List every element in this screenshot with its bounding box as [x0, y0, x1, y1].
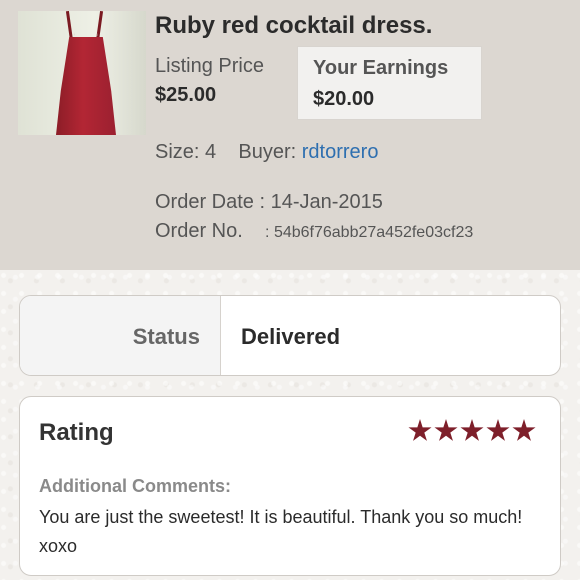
listing-price-label: Listing Price [155, 55, 264, 77]
comments-text: You are just the sweetest! It is beautif… [39, 507, 523, 556]
listing-price-value: $25.00 [155, 84, 217, 106]
rating-card: Rating Additional Comments: You are just… [19, 396, 561, 576]
star-icon [434, 419, 458, 441]
star-icon [460, 419, 484, 441]
order-header: Ruby red cocktail dress. Listing Price $… [0, 0, 580, 270]
size-text: Size: 4 [155, 141, 217, 163]
status-label: Status [132, 324, 200, 349]
buyer-label: Buyer: [238, 141, 297, 163]
star-rating [408, 419, 536, 443]
your-earnings-box: Your Earnings $20.00 [297, 46, 482, 120]
star-icon [486, 419, 510, 441]
earnings-value: $20.00 [313, 88, 375, 110]
order-number-line: Order No. : 54b6f76abb27a452fe03cf23 [155, 220, 473, 243]
comments-label: Additional Comments: [39, 476, 231, 496]
order-number-label: Order No. [155, 220, 243, 242]
status-value: Delivered [241, 324, 341, 349]
status-card: Status Delivered [19, 295, 561, 376]
status-label-cell: Status [20, 296, 221, 375]
product-thumbnail[interactable] [18, 11, 146, 135]
order-number-value: : 54b6f76abb27a452fe03cf23 [265, 224, 474, 241]
order-date: Order Date : 14-Jan-2015 [155, 191, 383, 213]
buyer-link[interactable]: rdtorrero [302, 141, 379, 163]
earnings-label: Your Earnings [313, 57, 449, 79]
star-icon [512, 419, 536, 441]
star-icon [408, 419, 432, 441]
listing-price: Listing Price $25.00 [155, 55, 264, 107]
listing-title[interactable]: Ruby red cocktail dress. [155, 12, 432, 40]
size-buyer-line: Size: 4 Buyer: rdtorrero [155, 141, 378, 164]
rating-title: Rating [39, 419, 114, 446]
